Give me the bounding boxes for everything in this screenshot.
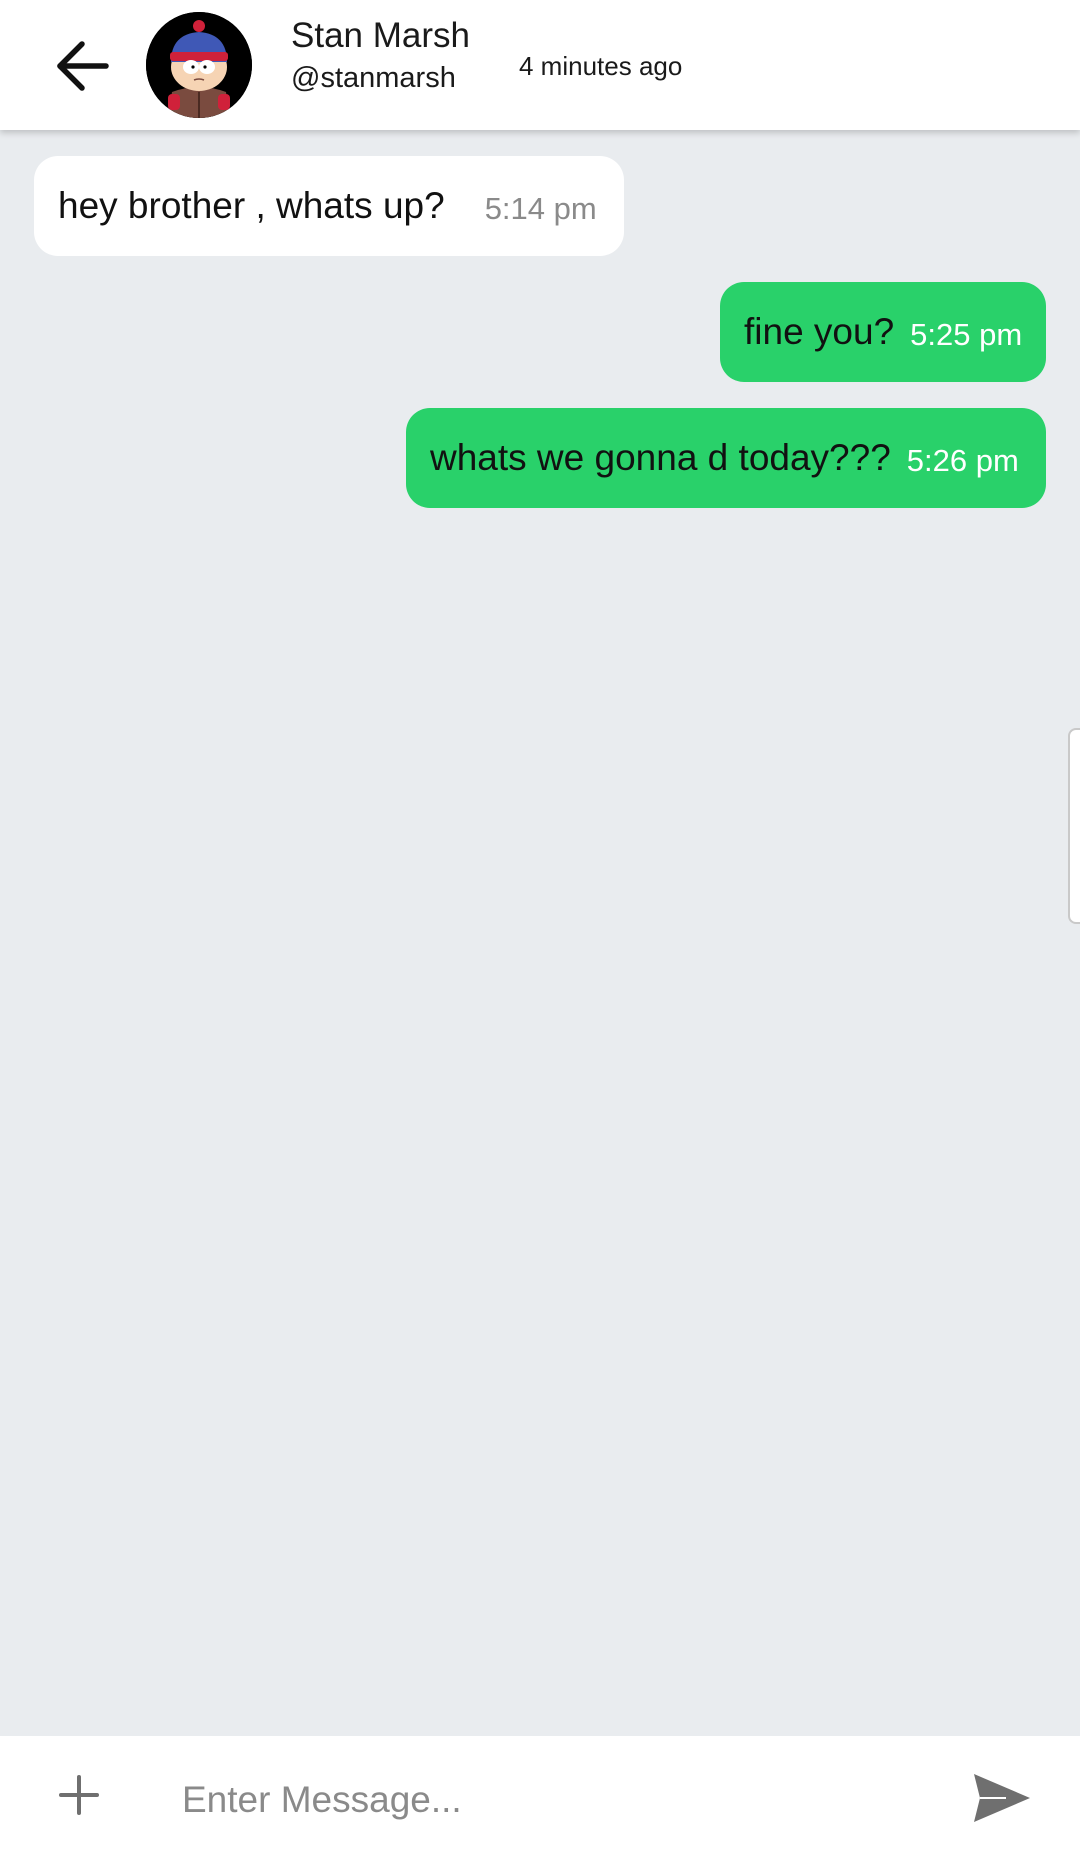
message-timestamp: 5:14 pm <box>484 191 597 226</box>
chat-header: Stan Marsh @stanmarsh 4 minutes ago <box>0 0 1080 130</box>
plus-icon <box>59 1775 99 1815</box>
back-button[interactable] <box>40 24 124 108</box>
stan-marsh-avatar <box>146 12 252 118</box>
last-seen-status: 4 minutes ago <box>519 51 683 81</box>
message-input[interactable] <box>160 1764 920 1836</box>
send-icon <box>974 1774 1030 1822</box>
send-button[interactable] <box>966 1762 1038 1834</box>
message-bubble-outgoing[interactable]: whats we gonna d today??? 5:26 pm <box>406 408 1046 508</box>
message-timestamp: 5:25 pm <box>910 317 1023 352</box>
message-timestamp: 5:26 pm <box>906 443 1019 478</box>
arrow-left-icon <box>57 41 109 91</box>
message-composer <box>0 1736 1080 1856</box>
message-text: fine you? <box>744 311 895 352</box>
chat-screen: Stan Marsh @stanmarsh 4 minutes ago hey … <box>0 0 1080 1856</box>
message-text: hey brother , whats up? <box>58 185 445 226</box>
message-text: whats we gonna d today??? <box>430 437 891 478</box>
side-scroll-handle[interactable] <box>1068 728 1080 924</box>
contact-handle: @stanmarsh <box>291 62 456 94</box>
contact-name: Stan Marsh <box>291 16 470 55</box>
message-bubble-incoming[interactable]: hey brother , whats up? 5:14 pm <box>34 156 624 256</box>
contact-avatar[interactable] <box>146 12 252 118</box>
add-attachment-button[interactable] <box>44 1760 114 1830</box>
message-bubble-outgoing[interactable]: fine you? 5:25 pm <box>720 282 1046 382</box>
